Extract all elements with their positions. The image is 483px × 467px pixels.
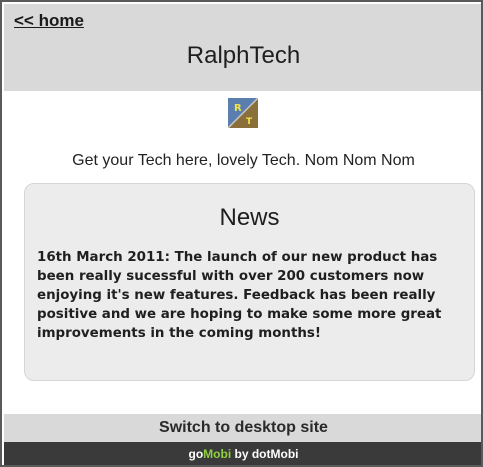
news-heading: News: [219, 204, 280, 231]
ralphtech-logo-icon: R T: [227, 97, 259, 129]
logo-letter-t: T: [246, 117, 253, 127]
site-title: RalphTech: [186, 42, 301, 69]
footer-by-text: by dot: [231, 447, 271, 461]
footer-brand-prefix: go: [188, 447, 204, 461]
switch-to-desktop-link[interactable]: Switch to desktop site: [4, 414, 481, 442]
mobile-page: << home RalphTech R T Get your Tech here…: [0, 0, 483, 467]
logo-letter-r: R: [234, 103, 242, 114]
footer-brand-accent: Mobi: [203, 447, 232, 461]
footer-brand-suffix: Mobi: [270, 447, 299, 461]
tagline: Get your Tech here, lovely Tech. Nom Nom…: [72, 152, 415, 169]
news-panel: News 16th March 2011: The launch of our …: [24, 183, 475, 381]
home-link[interactable]: << home: [14, 11, 84, 31]
news-body: 16th March 2011: The launch of our new p…: [37, 250, 442, 341]
site-header: << home RalphTech: [4, 4, 481, 91]
footer-credit[interactable]: goMobi by dotMobi: [4, 442, 481, 465]
